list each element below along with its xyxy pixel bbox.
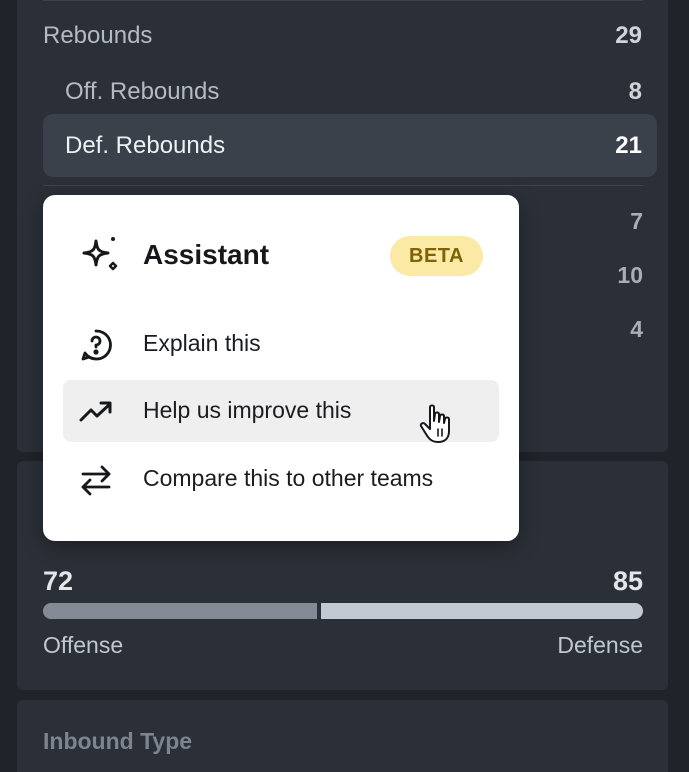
stat-row-def-rebounds[interactable]: Def. Rebounds 21 [43,114,657,177]
stat-value: 10 [617,262,643,288]
sparkle-icon [82,237,118,271]
section-title: Inbound Type [43,728,193,754]
trending-up-icon [79,401,112,422]
defense-label: Defense [557,632,643,658]
menu-header: Assistant BETA [43,195,519,315]
offense-label: Offense [43,632,124,658]
stat-value: 29 [615,22,642,49]
beta-badge: BETA [390,236,483,276]
stat-row-off-rebounds[interactable]: Off. Rebounds 8 [43,72,657,112]
stat-value: 7 [630,208,643,234]
menu-item-label: Help us improve this [143,397,352,423]
offense-bar-segment [43,603,317,619]
stat-label: Def. Rebounds [65,131,226,159]
menu-title: Assistant [143,239,270,270]
section-divider [43,185,643,186]
top-divider [43,0,643,1]
menu-item-label: Compare this to other teams [143,465,434,491]
hand-cursor-icon [419,404,450,443]
defense-score: 85 [612,566,643,596]
menu-item-explain[interactable]: Explain this [63,313,499,375]
defense-bar-segment [321,603,643,619]
menu-item-compare[interactable]: Compare this to other teams [63,448,499,510]
swap-arrows-icon [81,465,111,496]
offense-defense-bar [43,603,643,619]
stat-row-rebounds[interactable]: Rebounds 29 [43,16,657,56]
stat-value: 4 [630,316,643,342]
assistant-menu: Assistant BETA Explain this Help us impr… [43,195,519,541]
menu-item-label: Explain this [143,330,261,356]
offense-score: 72 [43,566,74,596]
stat-label: Rebounds [43,22,153,49]
stat-value: 8 [628,78,642,105]
chat-question-icon [81,329,112,361]
stat-value: 21 [615,131,642,159]
stat-label: Off. Rebounds [65,78,220,105]
